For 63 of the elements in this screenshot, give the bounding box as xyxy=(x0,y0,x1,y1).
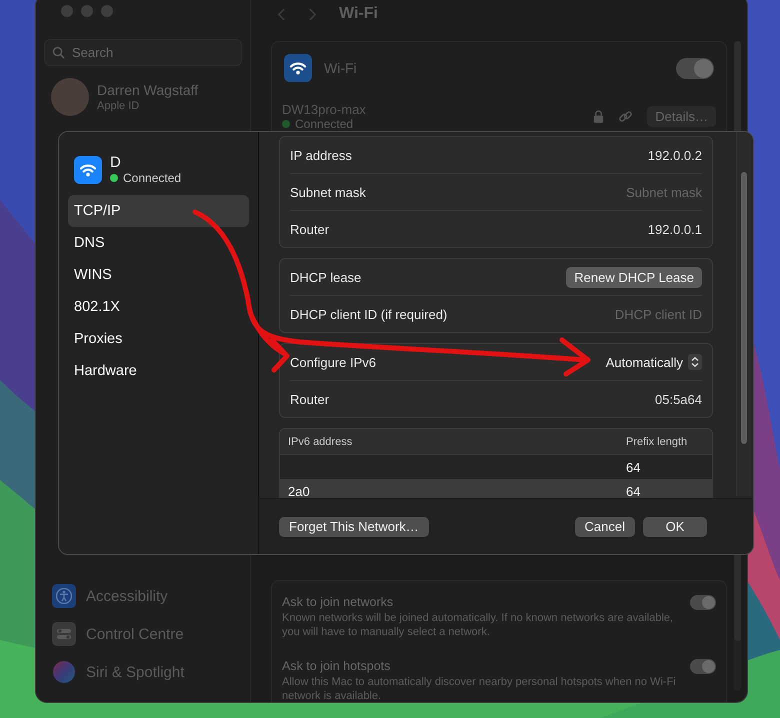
table-row[interactable]: 64 xyxy=(280,455,712,479)
toggles-icon xyxy=(52,622,76,646)
toggle-switch[interactable] xyxy=(676,58,714,78)
window-control-button[interactable] xyxy=(101,5,113,17)
status-text: Connected xyxy=(295,117,354,131)
window-control-button[interactable] xyxy=(81,5,93,17)
orb-icon xyxy=(52,660,76,684)
network-name: D xyxy=(110,154,122,171)
field-value: 05:5a64 xyxy=(655,392,702,406)
sidebar-tab[interactable]: WINS xyxy=(68,259,249,291)
forget-button[interactable]: Forget This Network… xyxy=(279,516,429,536)
sidebar-tab[interactable]: 802.1X xyxy=(68,291,249,323)
search-icon xyxy=(52,46,65,59)
chevron-updown-icon xyxy=(688,354,702,370)
table-cell-text: 64 xyxy=(626,460,642,474)
lock-icon xyxy=(593,110,604,123)
table-cell-text: 2a0 xyxy=(288,484,311,498)
field-label: DHCP client ID (if required) xyxy=(290,306,448,322)
avatar xyxy=(51,78,89,116)
option-description: Allow this Mac to automatically discover nearby personal hotspots when no Wi-Fi network is available. xyxy=(282,675,676,702)
option-title: Ask to join networks xyxy=(282,595,394,609)
field-value: 192.0.0.2 xyxy=(648,148,702,162)
search-field[interactable]: Search xyxy=(44,39,242,66)
status-dot xyxy=(282,120,290,128)
status-dot xyxy=(110,174,118,182)
field-label: IP address xyxy=(290,148,352,162)
account-name: Darren Wagstaff xyxy=(97,82,198,98)
scrollbar[interactable] xyxy=(736,132,751,496)
column-header: Prefix length xyxy=(626,436,688,448)
toggle-switch[interactable] xyxy=(690,595,716,610)
text-field[interactable]: Subnet mask xyxy=(542,184,702,200)
wifi-label: Wi-Fi xyxy=(324,60,358,76)
link-icon xyxy=(618,109,634,124)
field-label: Router xyxy=(290,392,330,406)
accessibility-icon xyxy=(52,584,76,608)
renew-button[interactable]: Renew DHCP Lease xyxy=(566,266,702,288)
sidebar-tab[interactable]: TCP/IP xyxy=(68,195,249,227)
sidebar-tab[interactable]: DNS xyxy=(68,227,249,259)
field-label: Router xyxy=(290,222,330,236)
field-value: 192.0.0.1 xyxy=(648,222,702,236)
table-cell-text: 64 xyxy=(626,484,642,498)
cancel-button[interactable]: Cancel xyxy=(574,516,635,536)
window-control-button[interactable] xyxy=(61,5,73,17)
back-icon[interactable] xyxy=(277,6,286,22)
account-subtitle: Apple ID xyxy=(97,100,140,112)
forward-icon[interactable] xyxy=(308,6,317,22)
status-text: Connected xyxy=(123,171,182,185)
option-title: Ask to join hotspots xyxy=(282,659,392,673)
popup-menu[interactable]: Automatically xyxy=(606,354,702,370)
field-label: Subnet mask xyxy=(290,184,366,200)
table-row[interactable]: 2a0 64 xyxy=(280,479,712,498)
wifi-icon xyxy=(74,156,102,184)
field-label: DHCP lease xyxy=(290,270,362,284)
column-header: IPv6 address xyxy=(288,436,354,448)
wifi-icon xyxy=(284,54,312,82)
ok-button[interactable]: OK xyxy=(643,516,707,536)
text-field[interactable]: DHCP client ID xyxy=(542,306,702,322)
toggle-switch[interactable] xyxy=(690,659,716,674)
window-title: Wi-Fi xyxy=(339,5,378,23)
field-label: Configure IPv6 xyxy=(290,354,376,370)
sidebar-tab[interactable]: Hardware xyxy=(68,355,249,387)
option-description: Known networks will be joined automatically. If no known networks are available, you will have to manually select a network. xyxy=(282,611,674,639)
sidebar-tab[interactable]: Proxies xyxy=(68,323,249,355)
